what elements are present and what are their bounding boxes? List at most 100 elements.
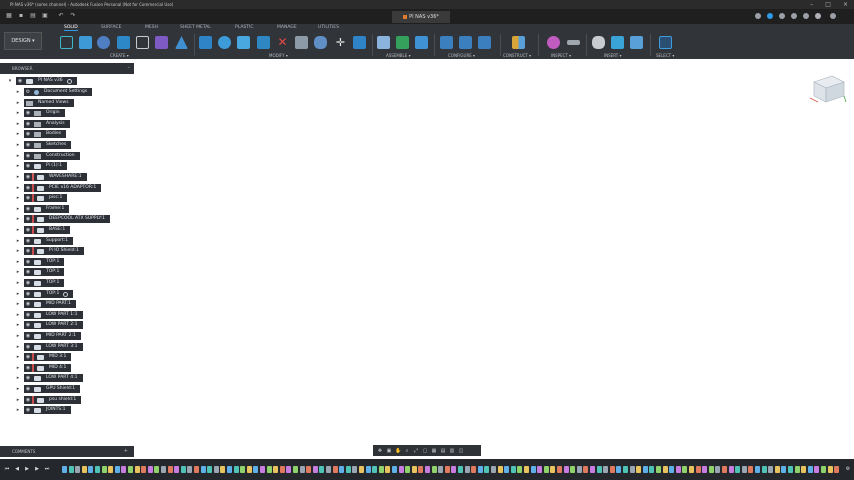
timeline-feature[interactable] xyxy=(702,466,708,473)
timeline-feature[interactable] xyxy=(768,466,774,473)
browser-item[interactable]: ▸ ◉ LOW PART 1:1 xyxy=(0,311,134,319)
configure-theme-icon[interactable] xyxy=(478,36,491,49)
visibility-eye-icon[interactable]: ◉ xyxy=(24,141,32,149)
expand-icon[interactable]: ▸ xyxy=(15,141,21,149)
visibility-eye-icon[interactable]: ◉ xyxy=(24,321,32,329)
browser-item[interactable]: ▸ ◉ PCIE x16 ADAPTOR:1 xyxy=(0,184,134,192)
timeline-feature[interactable] xyxy=(636,466,642,473)
expand-icon[interactable]: ▸ xyxy=(15,364,21,372)
maximize-icon[interactable]: □ xyxy=(825,0,831,9)
timeline-feature[interactable] xyxy=(735,466,741,473)
delete-icon[interactable]: ✕ xyxy=(276,36,289,49)
timeline-feature[interactable] xyxy=(807,466,813,473)
timeline-feature[interactable] xyxy=(491,466,496,473)
timeline-feature[interactable] xyxy=(372,466,378,473)
plus-icon[interactable] xyxy=(755,13,761,19)
visibility-eye-icon[interactable]: ◉ xyxy=(24,343,32,351)
sweep-icon[interactable] xyxy=(117,36,130,49)
timeline-feature[interactable] xyxy=(68,466,74,473)
visibility-eye-icon[interactable]: ◉ xyxy=(24,173,32,181)
timeline-feature[interactable] xyxy=(497,466,503,473)
timeline-feature[interactable] xyxy=(339,466,345,473)
visibility-eye-icon[interactable]: ◉ xyxy=(24,311,32,319)
zoom-icon[interactable]: ⌕ xyxy=(404,448,410,454)
expand-icon[interactable]: ▸ xyxy=(15,406,21,414)
timeline-feature[interactable] xyxy=(543,466,549,473)
activate-radio-icon[interactable] xyxy=(66,78,72,84)
timeline-feature[interactable] xyxy=(748,466,754,473)
account-avatar[interactable] xyxy=(815,13,821,19)
expand-icon[interactable]: ▸ xyxy=(15,226,21,234)
timeline-feature[interactable] xyxy=(180,466,186,473)
visibility-eye-icon[interactable]: ◉ xyxy=(24,332,32,340)
expand-icon[interactable]: ▸ xyxy=(15,353,21,361)
move-copy-icon[interactable]: ✛ xyxy=(334,36,347,49)
timeline-feature[interactable] xyxy=(62,466,67,473)
timeline-feature[interactable] xyxy=(550,466,556,473)
browser-item[interactable]: ▸ ◉ psu shield:1 xyxy=(0,396,134,404)
visibility-eye-icon[interactable]: ◉ xyxy=(24,109,32,117)
measure-icon[interactable] xyxy=(547,36,560,49)
timeline-feature[interactable] xyxy=(689,466,694,473)
timeline-feature[interactable] xyxy=(246,466,252,473)
timeline-feature[interactable] xyxy=(312,466,318,473)
add-comment-icon[interactable]: + xyxy=(124,446,128,457)
timeline-feature[interactable] xyxy=(299,466,305,473)
configure-menu[interactable]: CONFIGURE ▾ xyxy=(448,53,475,58)
timeline-feature[interactable] xyxy=(141,466,147,473)
browser-item[interactable]: ▸ ◉ Support:1 xyxy=(0,237,134,245)
view-cube[interactable] xyxy=(806,72,848,106)
timeline-feature[interactable] xyxy=(431,466,437,473)
timeline-feature[interactable] xyxy=(279,466,285,473)
select-icon[interactable] xyxy=(659,36,672,49)
timeline-feature[interactable] xyxy=(332,466,338,473)
create-menu[interactable]: CREATE ▾ xyxy=(110,53,129,58)
timeline-feature[interactable] xyxy=(794,466,800,473)
timeline-feature[interactable] xyxy=(708,466,714,473)
browser-item[interactable]: ▸ ◉ Bodies xyxy=(0,130,134,138)
visibility-eye-icon[interactable]: ◉ xyxy=(24,152,32,160)
browser-item[interactable]: ▸ ⚙ Document Settings xyxy=(0,88,134,96)
timeline-feature[interactable] xyxy=(675,466,681,473)
visibility-eye-icon[interactable]: ◉ xyxy=(24,205,32,213)
fit-icon[interactable]: ⤢ xyxy=(413,448,419,454)
timeline-feature[interactable] xyxy=(418,466,424,473)
visibility-eye-icon[interactable]: ◉ xyxy=(24,290,32,298)
timeline-feature[interactable] xyxy=(352,466,358,473)
timeline-feature[interactable] xyxy=(425,466,430,473)
tab-sheet-metal[interactable]: SHEET METAL xyxy=(180,25,211,30)
tab-surface[interactable]: SURFACE xyxy=(101,25,121,30)
visibility-eye-icon[interactable]: ⚙ xyxy=(24,88,32,96)
browser-item[interactable]: ▸ ◉ Frame:1 xyxy=(0,205,134,213)
expand-icon[interactable]: ▸ xyxy=(15,300,21,308)
timeline-feature[interactable] xyxy=(504,466,510,473)
timeline-feature[interactable] xyxy=(240,466,246,473)
expand-icon[interactable]: ▸ xyxy=(15,321,21,329)
tab-mesh[interactable]: MESH xyxy=(145,25,158,30)
environment-icon[interactable]: ◫ xyxy=(458,448,464,454)
orbit-icon[interactable]: ✥ xyxy=(377,448,383,454)
browser-item[interactable]: ▸ ◉ pisc:1 xyxy=(0,194,134,202)
expand-icon[interactable]: ▸ xyxy=(15,237,21,245)
browser-item[interactable]: ▸ ◉ BASE:1 xyxy=(0,226,134,234)
expand-icon[interactable]: ▸ xyxy=(15,215,21,223)
align-icon[interactable] xyxy=(353,36,366,49)
grid-icon[interactable]: ▪ xyxy=(18,13,24,19)
timeline-feature[interactable] xyxy=(761,466,767,473)
browser-item[interactable]: ▸ ◉ WAVESHARE:1 xyxy=(0,173,134,181)
timeline-feature[interactable] xyxy=(75,466,81,473)
workspace-switcher-button[interactable]: DESIGN ▾ xyxy=(4,32,42,50)
offset-plane-icon[interactable] xyxy=(512,36,525,49)
timeline-feature[interactable] xyxy=(537,466,543,473)
display-settings-icon[interactable]: ▢ xyxy=(422,448,428,454)
joint-icon[interactable] xyxy=(396,36,409,49)
timeline-feature[interactable] xyxy=(603,466,609,473)
browser-item[interactable]: ▸ ◉ LOW PART 3:1 xyxy=(0,343,134,351)
browser-root[interactable]: ▾ ◉ PI NAS v36 xyxy=(0,77,134,85)
timeline-feature[interactable] xyxy=(629,466,635,473)
timeline-feature[interactable] xyxy=(695,466,701,473)
timeline-feature[interactable] xyxy=(319,466,325,473)
timeline-feature[interactable] xyxy=(444,466,450,473)
expand-icon[interactable]: ▸ xyxy=(15,396,21,404)
timeline-feature[interactable] xyxy=(682,466,688,473)
